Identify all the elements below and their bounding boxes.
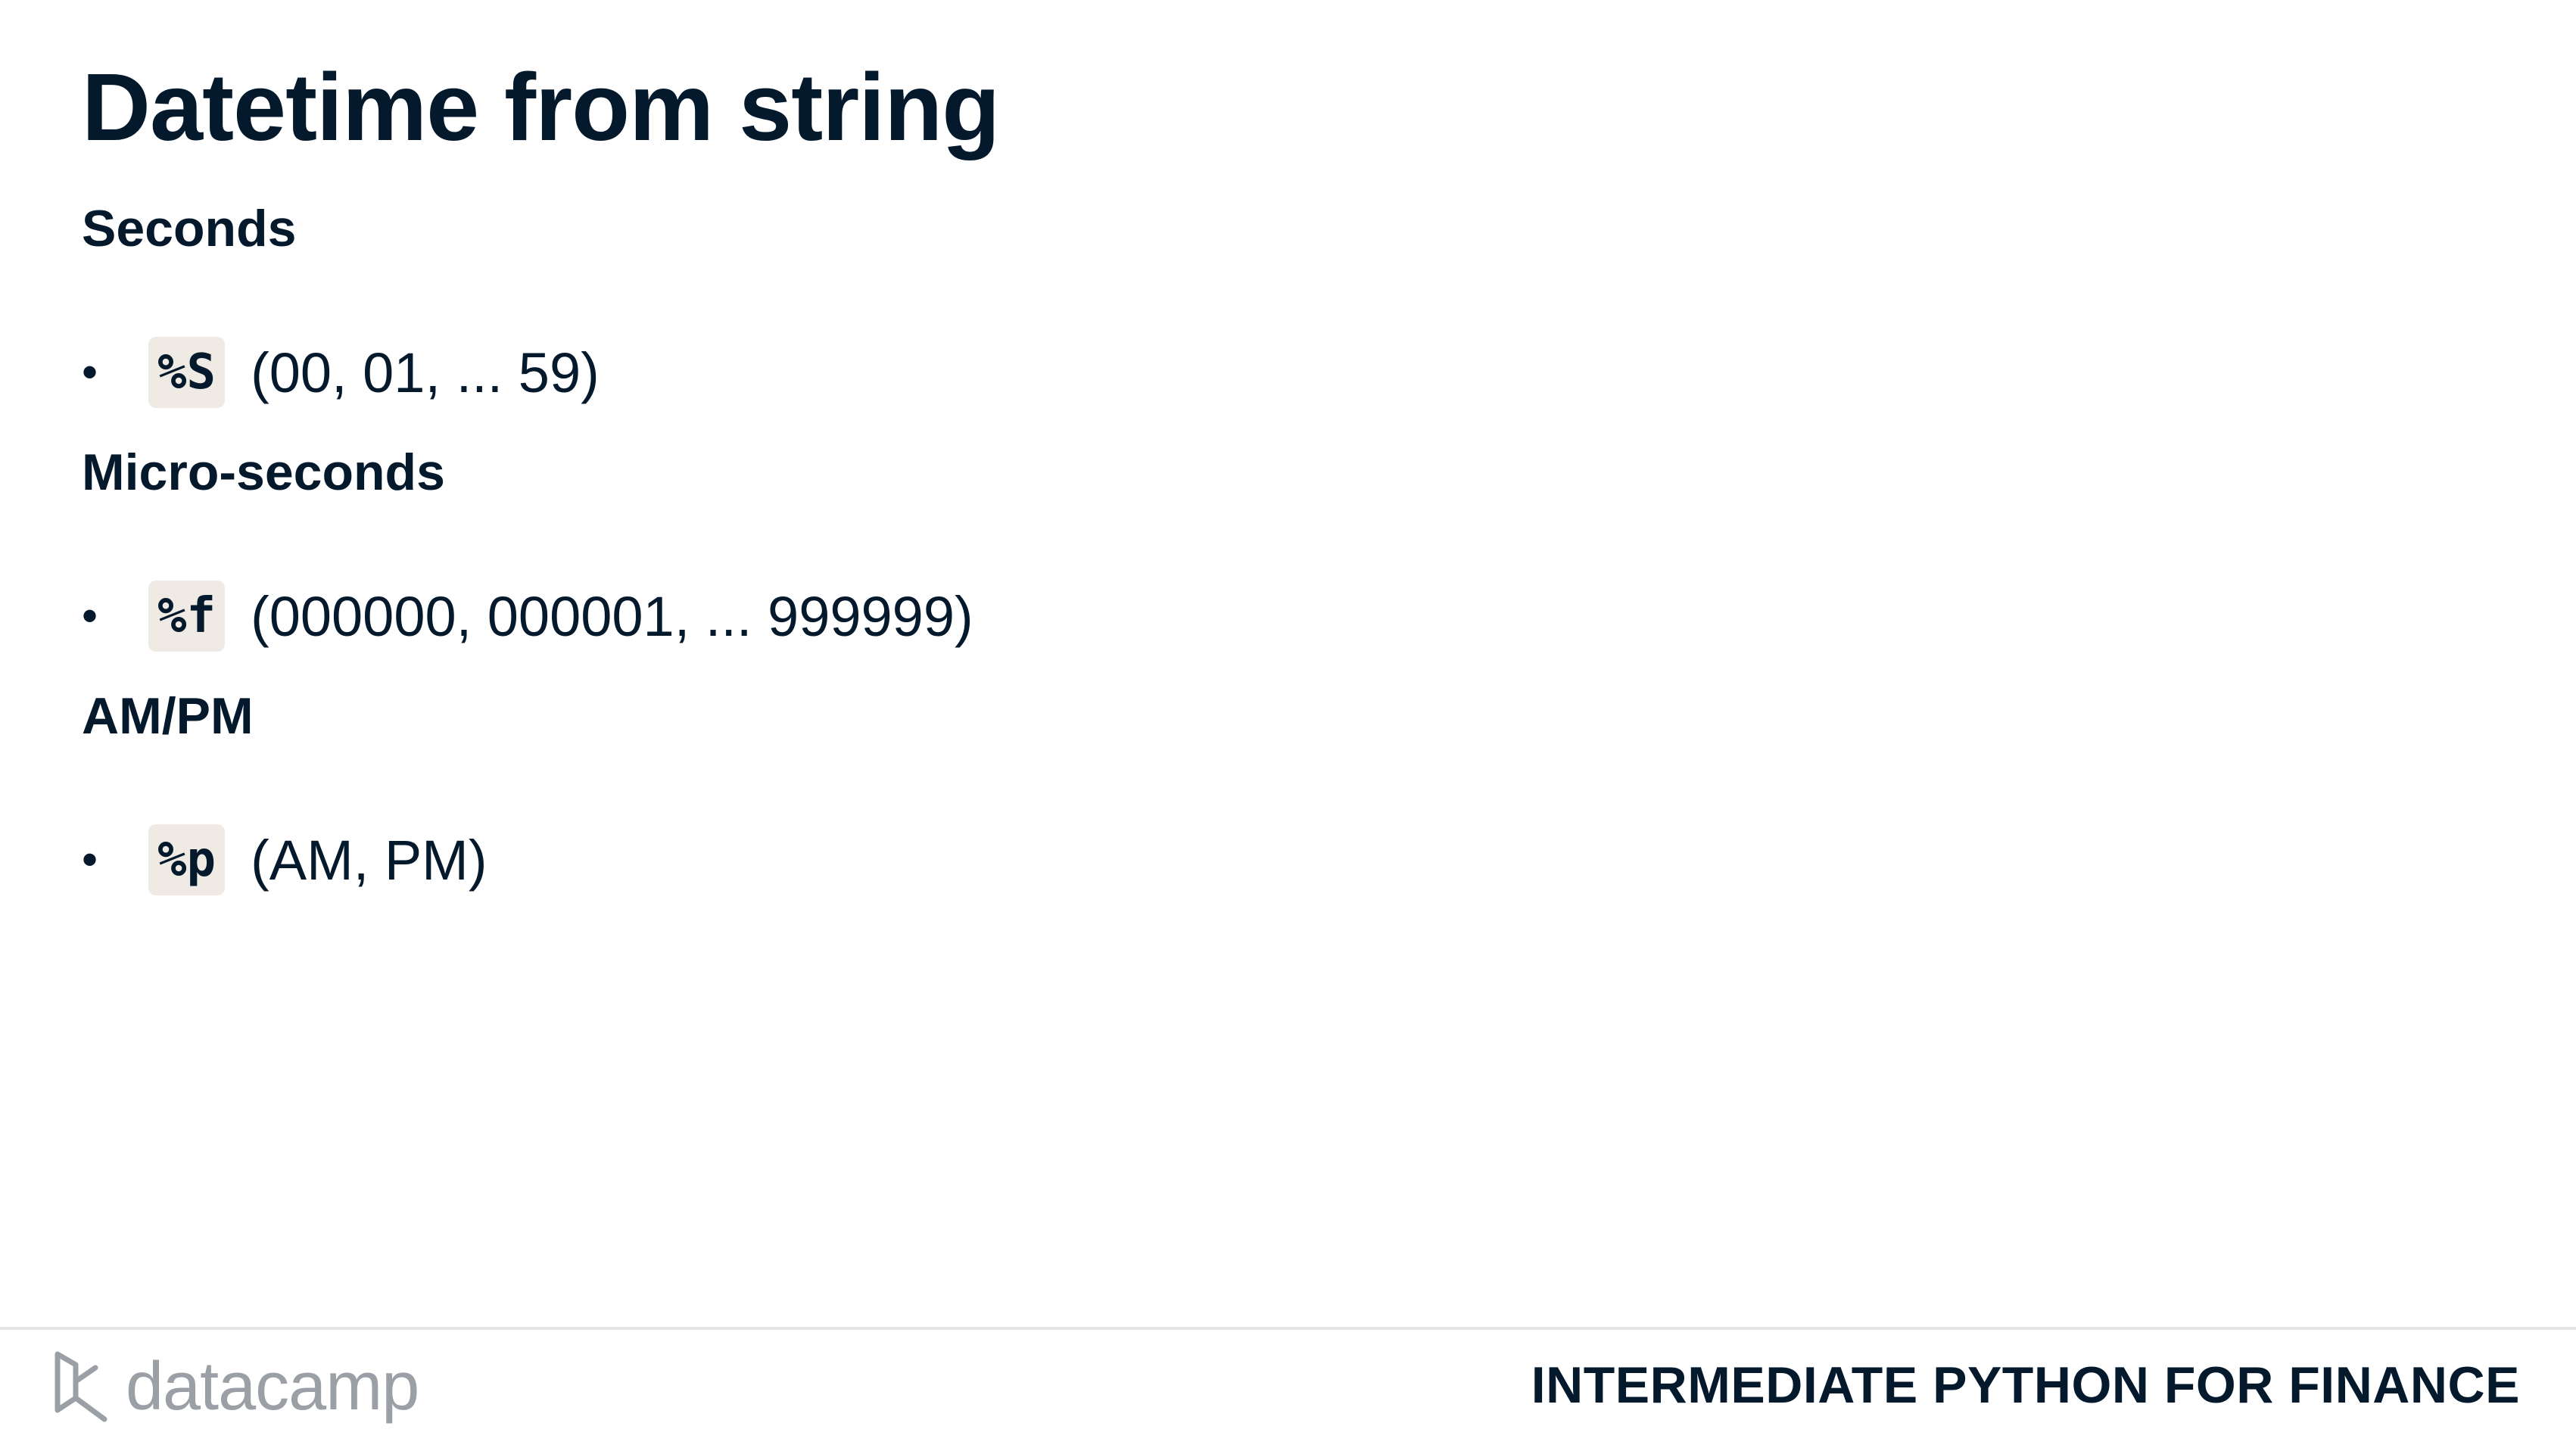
footer-divider xyxy=(0,1327,2576,1330)
datacamp-logo-icon xyxy=(55,1351,107,1422)
bullet-icon: • xyxy=(82,347,98,397)
slide-title: Datetime from string xyxy=(82,54,1000,160)
bullet-icon: • xyxy=(82,834,98,885)
bullet-icon: • xyxy=(82,590,98,641)
code-token: %p xyxy=(148,824,226,895)
list-item-micro-seconds: • %f (000000, 000001, ... 999999) xyxy=(82,580,973,652)
datacamp-logo: datacamp xyxy=(53,1349,419,1425)
format-description: (000000, 000001, ... 999999) xyxy=(251,584,973,648)
code-token: %S xyxy=(148,337,226,408)
list-item-am-pm: • %p (AM, PM) xyxy=(82,824,487,896)
course-name: INTERMEDIATE PYTHON FOR FINANCE xyxy=(1531,1356,2520,1414)
section-heading-seconds: Seconds xyxy=(82,200,297,257)
list-item-seconds: • %S (00, 01, ... 59) xyxy=(82,336,600,409)
logo-wordmark: datacamp xyxy=(126,1348,419,1425)
section-heading-micro-seconds: Micro-seconds xyxy=(82,444,445,501)
format-description: (00, 01, ... 59) xyxy=(251,341,600,404)
format-description: (AM, PM) xyxy=(251,828,487,892)
code-token: %f xyxy=(148,581,226,652)
section-heading-am-pm: AM/PM xyxy=(82,687,254,745)
